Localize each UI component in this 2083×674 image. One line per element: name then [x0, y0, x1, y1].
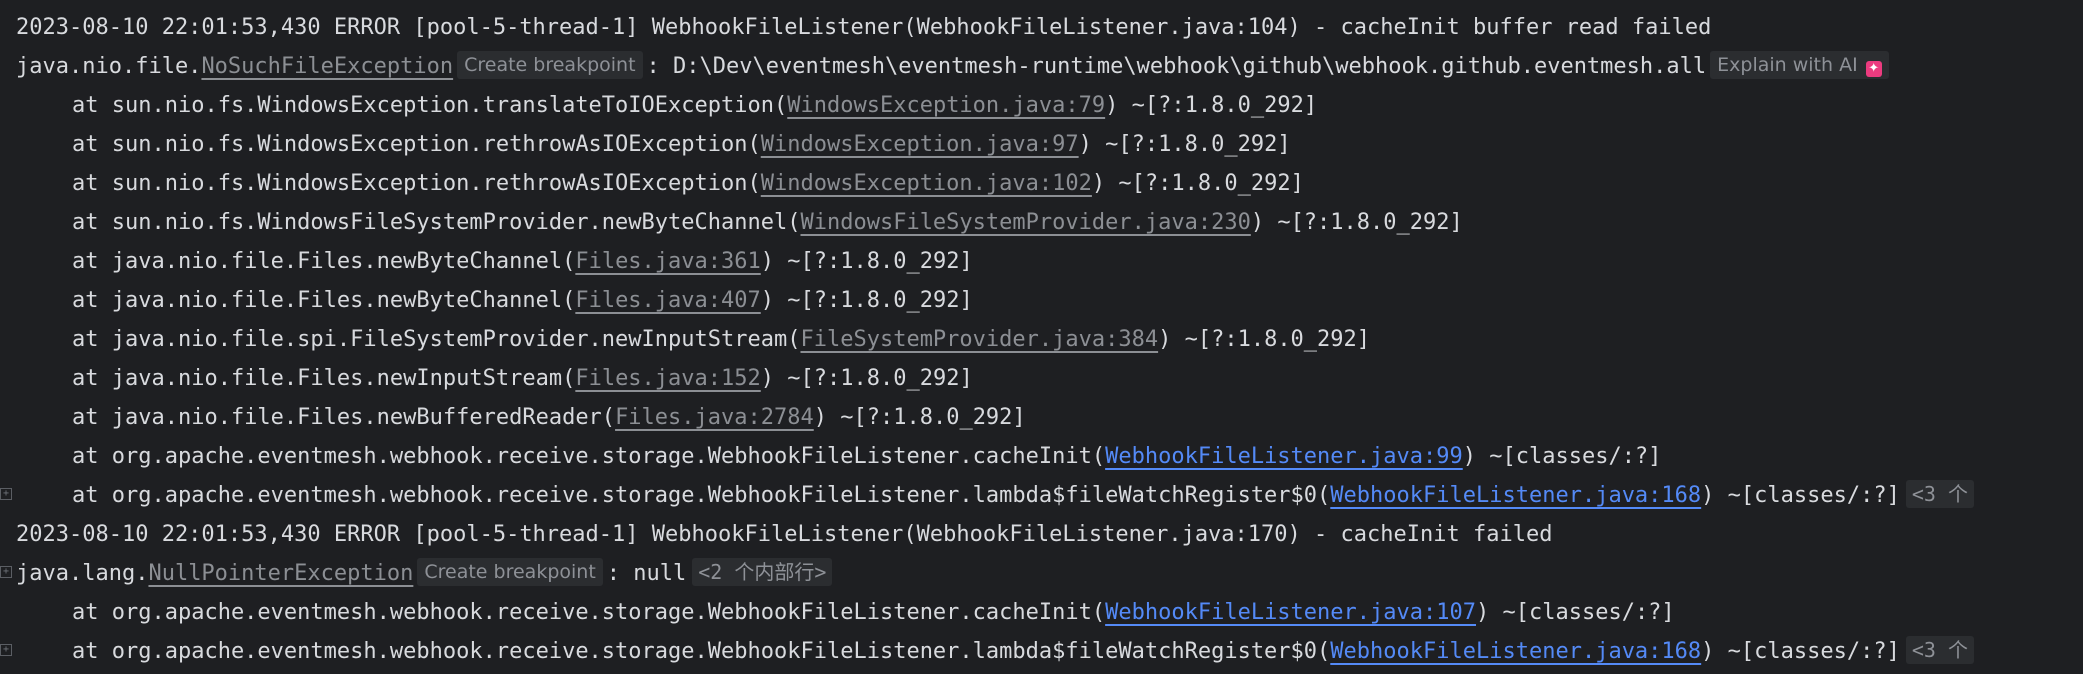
frame-method: at org.apache.eventmesh.webhook.receive.… [72, 639, 1331, 664]
exception-package: java.lang. [16, 561, 149, 586]
frame-location: ) ~[?:1.8.0_292] [1158, 327, 1371, 352]
create-breakpoint-button[interactable]: Create breakpoint [457, 51, 643, 79]
folded-lines-button[interactable]: <3 个 [1905, 480, 1974, 508]
exception-class-link[interactable]: NullPointerException [148, 561, 413, 586]
exception-message: : null [606, 561, 687, 586]
frame-method: at org.apache.eventmesh.webhook.receive.… [72, 483, 1331, 508]
exception-line: + java.lang.NullPointerException Create br… [0, 554, 2083, 593]
exception-package: java.nio.file. [16, 54, 202, 79]
source-link[interactable]: Files.java:2784 [615, 405, 814, 430]
exception-line: java.nio.file.NoSuchFileException Create … [0, 47, 2083, 86]
frame-location: ) ~[?:1.8.0_292] [760, 249, 973, 274]
frame-method: at sun.nio.fs.WindowsException.rethrowAs… [72, 132, 761, 157]
stack-frame: at sun.nio.fs.WindowsFileSystemProvider.… [0, 203, 2083, 242]
stack-frame: at sun.nio.fs.WindowsException.translate… [0, 86, 2083, 125]
frame-location: ) ~[classes/:?] [1701, 639, 1900, 664]
frame-location: ) ~[?:1.8.0_292] [760, 366, 973, 391]
source-link[interactable]: WindowsException.java:79 [787, 93, 1105, 118]
log-text: 2023-08-10 22:01:53,430 ERROR [pool-5-th… [16, 522, 1553, 547]
frame-location: ) ~[classes/:?] [1476, 600, 1675, 625]
stack-frame: at java.nio.file.Files.newByteChannel(Fi… [0, 281, 2083, 320]
create-breakpoint-button[interactable]: Create breakpoint [417, 558, 603, 586]
stack-frame: at org.apache.eventmesh.webhook.receive.… [0, 593, 2083, 632]
stack-frame: at java.nio.file.Files.newBufferedReader… [0, 398, 2083, 437]
stack-frame: + at org.apache.eventmesh.webhook.receive… [0, 476, 2083, 515]
log-line-error: 2023-08-10 22:01:53,430 ERROR [pool-5-th… [0, 8, 2083, 47]
source-link[interactable]: WebhookFileListener.java:107 [1105, 600, 1476, 625]
folded-lines-button[interactable]: <3 个 [1905, 636, 1974, 664]
frame-location: ) ~[?:1.8.0_292] [1078, 132, 1291, 157]
console-output[interactable]: 2023-08-10 22:01:53,430 ERROR [pool-5-th… [0, 0, 2083, 674]
source-link[interactable]: Files.java:407 [575, 288, 760, 313]
source-link[interactable]: WindowsFileSystemProvider.java:230 [800, 210, 1250, 235]
stack-frame: at org.apache.eventmesh.webhook.receive.… [0, 437, 2083, 476]
frame-method: at sun.nio.fs.WindowsException.rethrowAs… [72, 171, 761, 196]
frame-method: at org.apache.eventmesh.webhook.receive.… [72, 444, 1106, 469]
stack-frame: at java.nio.file.Files.newInputStream(Fi… [0, 359, 2083, 398]
log-line-error: 2023-08-10 22:01:53,430 ERROR [pool-5-th… [0, 515, 2083, 554]
ai-assistant-icon: ✦ [1865, 61, 1882, 77]
fold-expand-icon[interactable]: + [0, 566, 12, 578]
source-link[interactable]: WebhookFileListener.java:168 [1330, 639, 1701, 664]
source-link[interactable]: WebhookFileListener.java:99 [1105, 444, 1463, 469]
exception-class-link[interactable]: NoSuchFileException [201, 54, 453, 79]
stack-frame: at java.nio.file.Files.newByteChannel(Fi… [0, 242, 2083, 281]
frame-location: ) ~[?:1.8.0_292] [1091, 171, 1304, 196]
frame-method: at sun.nio.fs.WindowsException.translate… [72, 93, 788, 118]
stack-frame: + at org.apache.eventmesh.webhook.receive… [0, 632, 2083, 671]
folded-lines-button[interactable]: <2 个内部行> [692, 558, 833, 586]
frame-method: at java.nio.file.Files.newByteChannel( [72, 288, 576, 313]
frame-location: ) ~[classes/:?] [1701, 483, 1900, 508]
frame-location: ) ~[?:1.8.0_292] [760, 288, 973, 313]
stack-frame: at sun.nio.fs.WindowsException.rethrowAs… [0, 164, 2083, 203]
frame-method: at sun.nio.fs.WindowsFileSystemProvider.… [72, 210, 801, 235]
frame-method: at org.apache.eventmesh.webhook.receive.… [72, 600, 1106, 625]
frame-location: ) ~[classes/:?] [1462, 444, 1662, 469]
source-link[interactable]: WebhookFileListener.java:168 [1330, 483, 1701, 508]
frame-location: ) ~[?:1.8.0_292] [1250, 210, 1463, 235]
fold-expand-icon[interactable]: + [0, 488, 12, 500]
source-link[interactable]: WindowsException.java:102 [761, 171, 1092, 196]
source-link[interactable]: Files.java:152 [575, 366, 760, 391]
frame-method: at java.nio.file.Files.newBufferedReader… [72, 405, 616, 430]
stack-frame: at sun.nio.fs.WindowsException.rethrowAs… [0, 125, 2083, 164]
exception-message: : D:\Dev\eventmesh\eventmesh-runtime\web… [646, 54, 1707, 79]
stack-frame: at java.nio.file.spi.FileSystemProvider.… [0, 320, 2083, 359]
log-text: 2023-08-10 22:01:53,430 ERROR [pool-5-th… [16, 15, 1712, 40]
frame-method: at java.nio.file.spi.FileSystemProvider.… [72, 327, 801, 352]
explain-with-ai-label: Explain with AI [1717, 54, 1858, 76]
source-link[interactable]: FileSystemProvider.java:384 [800, 327, 1158, 352]
frame-location: ) ~[?:1.8.0_292] [813, 405, 1026, 430]
explain-with-ai-button[interactable]: Explain with AI ✦ [1710, 51, 1889, 79]
source-link[interactable]: Files.java:361 [575, 249, 760, 274]
frame-method: at java.nio.file.Files.newByteChannel( [72, 249, 576, 274]
fold-expand-icon[interactable]: + [0, 644, 12, 656]
frame-method: at java.nio.file.Files.newInputStream( [72, 366, 576, 391]
source-link[interactable]: WindowsException.java:97 [761, 132, 1079, 157]
frame-location: ) ~[?:1.8.0_292] [1105, 93, 1318, 118]
